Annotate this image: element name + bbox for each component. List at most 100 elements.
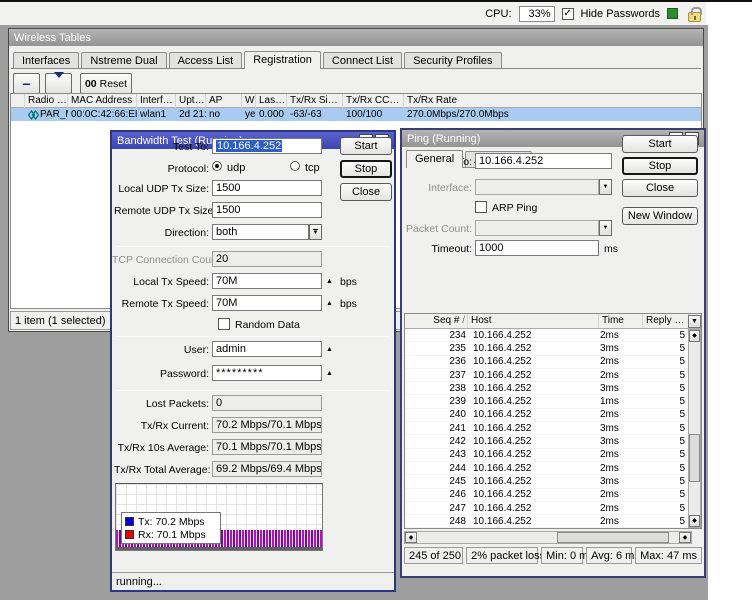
ping-result-row[interactable]: 245 10.166.4.252 3ms 5 xyxy=(405,475,688,488)
scroll-right-arrow[interactable]: ◆ xyxy=(679,532,691,543)
direction-dropdown-button[interactable]: ▼ xyxy=(309,224,322,240)
ping-result-row[interactable]: 236 10.166.4.252 2ms 5 xyxy=(405,356,688,369)
bandwidth-test-window: Bandwidth Test (Running) × Test To: 10.1… xyxy=(110,130,396,592)
password-input[interactable]: ********* xyxy=(212,365,322,381)
ping-result-row[interactable]: 244 10.166.4.252 2ms 5 xyxy=(405,462,688,475)
ping-result-row[interactable]: 242 10.166.4.252 3ms 5 xyxy=(405,435,688,448)
spinner-up-icon[interactable]: ▲ xyxy=(326,346,333,353)
ping-result-row[interactable]: 238 10.166.4.252 3ms 5 xyxy=(405,382,688,395)
column-time[interactable]: Time xyxy=(599,314,643,328)
txrx-total-average-value: 69.2 Mbps/69.4 Mbps xyxy=(212,461,322,477)
ping-result-row[interactable]: 241 10.166.4.252 3ms 5 xyxy=(405,422,688,435)
column-wds[interactable]: W... xyxy=(242,94,256,108)
ping-vertical-scrollbar[interactable]: ◆ ◆ xyxy=(688,329,701,528)
column-uptime[interactable]: Uptime xyxy=(176,94,206,108)
ping-horizontal-scrollbar[interactable]: ◆ ◆ xyxy=(404,531,692,544)
host-cell: 10.166.4.252 xyxy=(468,436,598,447)
protocol-tcp-radio[interactable] xyxy=(290,161,300,171)
ping-result-row[interactable]: 240 10.166.4.252 2ms 5 xyxy=(405,409,688,422)
spinner-up-icon[interactable]: ▲ xyxy=(326,278,333,285)
column-seq[interactable]: Seq # / xyxy=(405,314,468,328)
txrx-10s-average-label: Tx/Rx 10s Average: xyxy=(114,442,209,454)
ping-new-window-button[interactable]: New Window xyxy=(622,207,698,225)
column-signal[interactable]: Tx/Rx Signal ... xyxy=(287,94,343,108)
remove-button[interactable]: − xyxy=(13,73,40,94)
test-to-input[interactable]: 10.166.4.252 xyxy=(212,138,322,154)
random-data-checkbox[interactable] xyxy=(218,318,230,330)
ping-result-row[interactable]: 237 10.166.4.252 2ms 5 xyxy=(405,369,688,382)
ping-window-title: Ping (Running) xyxy=(407,133,480,145)
ping-result-row[interactable]: 247 10.166.4.252 2ms 5 xyxy=(405,502,688,515)
local-udp-tx-size-input[interactable]: 1500 xyxy=(212,180,322,196)
spinner-up-icon[interactable]: ▲ xyxy=(326,370,333,377)
column-mac-address[interactable]: MAC Address xyxy=(68,94,137,108)
reset-button[interactable]: 00 Reset xyxy=(80,73,132,94)
wds-cell: yes xyxy=(242,108,256,121)
arp-ping-checkbox[interactable] xyxy=(475,201,487,213)
column-reply-size[interactable]: Reply Size xyxy=(643,314,689,328)
column-last-activity[interactable]: Last Activit... xyxy=(256,94,287,108)
ping-result-row[interactable]: 246 10.166.4.252 2ms 5 xyxy=(405,489,688,502)
tab-access-list[interactable]: Access List xyxy=(169,52,243,68)
remote-udp-tx-size-input[interactable]: 1500 xyxy=(212,202,322,218)
ping-result-row[interactable]: 248 10.166.4.252 2ms 5 xyxy=(405,515,688,528)
column-selector-button[interactable]: ▼ xyxy=(688,315,701,328)
interface-dropdown[interactable] xyxy=(475,179,599,195)
bandwidth-start-button[interactable]: Start xyxy=(340,137,392,155)
secure-session-lock-icon xyxy=(688,12,701,22)
packet-count-dropdown[interactable] xyxy=(475,220,599,236)
ping-result-row[interactable]: 235 10.166.4.252 3ms 5 xyxy=(405,342,688,355)
ping-start-button[interactable]: Start xyxy=(622,135,698,153)
column-ap[interactable]: AP xyxy=(206,94,242,108)
tab-registration[interactable]: Registration xyxy=(244,51,321,69)
protocol-udp-radio[interactable] xyxy=(212,161,222,171)
packet-count-dropdown-button[interactable]: ▼ xyxy=(599,220,612,236)
hide-passwords-checkbox[interactable]: ✓ xyxy=(562,8,574,20)
column-ccq[interactable]: Tx/Rx CCQ (%) xyxy=(343,94,404,108)
cpu-label: CPU: xyxy=(485,8,511,20)
host-cell: 10.166.4.252 xyxy=(468,370,598,381)
scroll-down-arrow[interactable]: ◆ xyxy=(689,515,700,527)
bandwidth-stop-button[interactable]: Stop xyxy=(340,160,392,178)
ping-results-table: Seq # / Host Time Reply Size ▼ 234 10.16… xyxy=(404,313,702,529)
tcp-connection-count-input[interactable]: 20 xyxy=(212,251,322,267)
column-radio-name[interactable]: Radio Name / xyxy=(25,94,68,108)
tab-interfaces[interactable]: Interfaces xyxy=(13,52,79,68)
scroll-thumb[interactable] xyxy=(557,532,669,543)
host-cell: 10.166.4.252 xyxy=(468,383,598,394)
ping-close-action-button[interactable]: Close xyxy=(622,179,698,197)
column-host[interactable]: Host xyxy=(468,314,599,328)
column-rate[interactable]: Tx/Rx Rate xyxy=(404,94,702,108)
interface-dropdown-button[interactable]: ▼ xyxy=(599,179,612,195)
bandwidth-close-action-button[interactable]: Close xyxy=(340,183,392,201)
ping-to-input[interactable]: 10.166.4.252 xyxy=(475,153,612,169)
direction-dropdown[interactable]: both xyxy=(212,224,309,240)
chevron-down-icon: ▼ xyxy=(691,318,698,325)
column-interface[interactable]: Interface xyxy=(137,94,176,108)
user-input[interactable]: admin xyxy=(212,341,322,357)
time-cell: 2ms xyxy=(598,516,642,527)
registration-row-selected[interactable]: PAR_MCL 00:0C:42:66:ED:23 wlan1 2d 21:20… xyxy=(11,108,701,121)
tab-security-profiles[interactable]: Security Profiles xyxy=(404,52,501,68)
seq-cell: 237 xyxy=(405,370,468,381)
scroll-up-arrow[interactable]: ◆ xyxy=(689,330,700,342)
scroll-thumb[interactable] xyxy=(689,434,700,482)
ping-result-row[interactable]: 234 10.166.4.252 2ms 5 xyxy=(405,329,688,342)
reply-size-cell: 5 xyxy=(642,409,687,420)
tab-connect-list[interactable]: Connect List xyxy=(323,52,402,68)
ping-result-row[interactable]: 239 10.166.4.252 1ms 5 xyxy=(405,395,688,408)
local-tx-speed-input[interactable]: 70M xyxy=(212,273,322,289)
filter-button[interactable] xyxy=(45,73,72,94)
scroll-left-arrow[interactable]: ◆ xyxy=(405,532,417,543)
rx-legend-swatch xyxy=(125,530,134,539)
wireless-titlebar[interactable]: Wireless Tables xyxy=(9,29,703,46)
tab-general[interactable]: General xyxy=(406,150,463,168)
remote-tx-speed-input[interactable]: 70M xyxy=(212,295,322,311)
timeout-input[interactable]: 1000 xyxy=(475,240,599,256)
ping-result-row[interactable]: 243 10.166.4.252 2ms 5 xyxy=(405,449,688,462)
column-icon[interactable] xyxy=(11,94,25,108)
tab-nstreme-dual[interactable]: Nstreme Dual xyxy=(81,52,166,68)
spinner-up-icon[interactable]: ▲ xyxy=(326,300,333,307)
ping-stop-button[interactable]: Stop xyxy=(622,157,698,175)
time-cell: 3ms xyxy=(598,383,642,394)
